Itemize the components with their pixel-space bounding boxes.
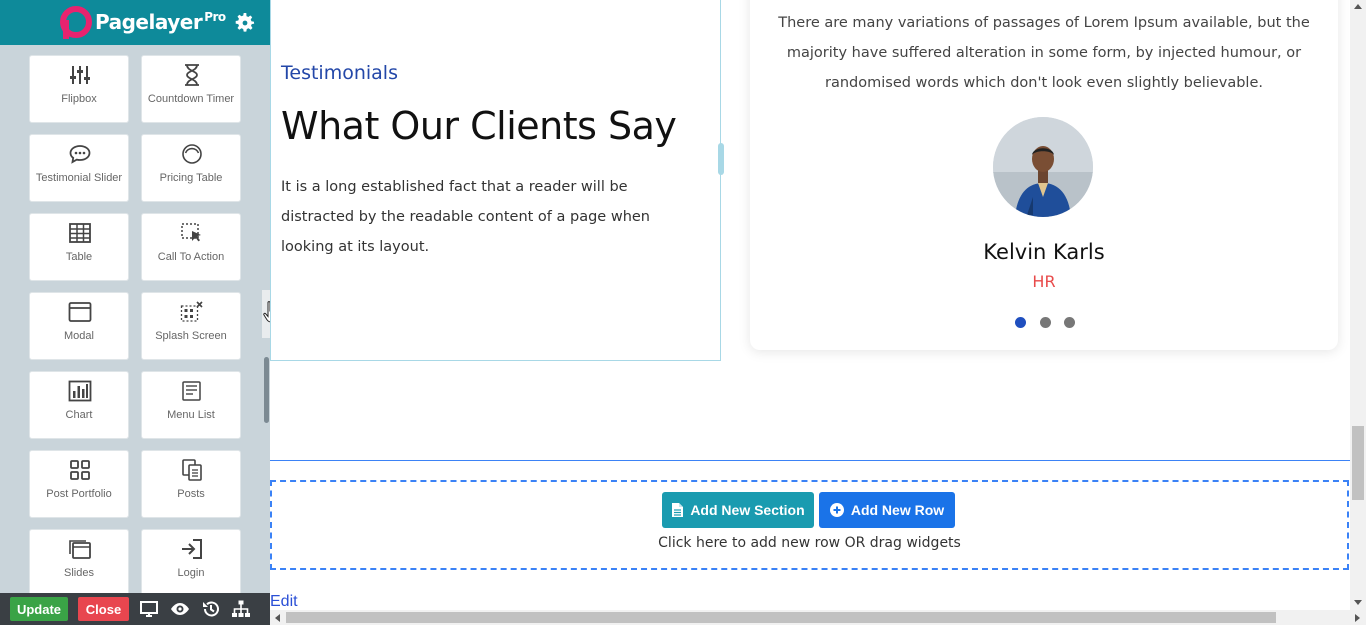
add-widget-dropzone[interactable]: Add New Section Add New Row Click here t… (270, 480, 1349, 570)
testimonials-column[interactable]: Testimonials What Our Clients Say It is … (270, 0, 724, 361)
edit-link[interactable]: Edit (270, 593, 298, 610)
column-resize-handle[interactable] (718, 143, 724, 175)
widget-label: Modal (64, 330, 94, 342)
scroll-up-icon[interactable] (1354, 4, 1362, 9)
widget-chart[interactable]: Chart (29, 371, 129, 439)
grid-icon (70, 460, 90, 480)
sidebar-header: Pagelayer Pro (0, 0, 270, 45)
widget-label: Countdown Timer (147, 93, 235, 105)
widget-label: Call To Action (157, 251, 225, 263)
client-role: HR (1032, 272, 1056, 291)
widget-label: Login (177, 567, 205, 579)
copy-icon (182, 459, 202, 481)
pagelayer-logo-icon (60, 6, 92, 39)
update-button[interactable]: Update (10, 597, 68, 621)
slider-dot-3[interactable] (1064, 317, 1075, 328)
sign-in-icon (182, 539, 202, 559)
widget-flipbox[interactable]: Flipbox (29, 55, 129, 123)
slides-icon (69, 540, 91, 559)
widget-label: Pricing Table (159, 172, 223, 184)
widget-login[interactable]: Login (141, 529, 241, 593)
chat-bubble-icon (69, 145, 91, 164)
pagelayer-editor: Pagelayer Pro Flipbox Countdown Timer Te… (0, 0, 1366, 625)
widget-testimonial-slider[interactable]: Testimonial Slider (29, 134, 129, 202)
widget-call-to-action[interactable]: Call To Action (141, 213, 241, 281)
add-new-section-label: Add New Section (690, 502, 805, 518)
widget-label: Table (65, 251, 93, 263)
horizontal-scroll-thumb[interactable] (286, 612, 1276, 623)
widget-post-portfolio[interactable]: Post Portfolio (29, 450, 129, 518)
gauge-icon (182, 144, 202, 164)
scroll-left-icon[interactable] (275, 614, 280, 622)
avatar (993, 117, 1093, 217)
window-icon (68, 302, 92, 322)
file-icon (672, 503, 684, 517)
testimonial-card[interactable]: There are many variations of passages of… (750, 0, 1338, 350)
add-hint-text: Click here to add new row OR drag widget… (658, 535, 961, 551)
add-new-section-button[interactable]: Add New Section (662, 492, 814, 528)
scroll-right-icon[interactable] (1355, 614, 1360, 622)
vertical-scroll-thumb[interactable] (1352, 426, 1364, 500)
slider-dot-1[interactable] (1015, 317, 1026, 328)
widget-list: Flipbox Countdown Timer Testimonial Slid… (0, 45, 270, 593)
section-tagline: Testimonials (281, 62, 398, 84)
history-icon[interactable] (201, 599, 221, 619)
widget-pricing-table[interactable]: Pricing Table (141, 134, 241, 202)
widget-menu-list[interactable]: Menu List (141, 371, 241, 439)
table-icon (69, 223, 91, 243)
eye-icon[interactable] (170, 599, 190, 619)
brand-name: Pagelayer Pro (95, 10, 226, 34)
plus-circle-icon (829, 503, 844, 517)
add-new-row-button[interactable]: Add New Row (819, 492, 955, 528)
sitemap-icon[interactable] (231, 599, 251, 619)
widget-label: Splash Screen (155, 330, 227, 342)
widget-splash-screen[interactable]: Splash Screen (141, 292, 241, 360)
widget-label: Flipbox (61, 93, 97, 105)
gear-icon[interactable] (233, 11, 257, 35)
client-name: Kelvin Karls (983, 240, 1105, 264)
section-divider (270, 460, 1350, 461)
splash-icon (180, 301, 203, 322)
widget-label: Slides (64, 567, 94, 579)
desktop-icon[interactable] (139, 599, 159, 619)
pointer-icon (181, 223, 201, 242)
section-description: It is a long established fact that a rea… (281, 179, 650, 255)
widget-posts[interactable]: Posts (141, 450, 241, 518)
editor-sidebar: Pagelayer Pro Flipbox Countdown Timer Te… (0, 0, 270, 625)
add-new-row-label: Add New Row (850, 502, 945, 518)
widget-table[interactable]: Table (29, 213, 129, 281)
vertical-scrollbar[interactable] (1350, 0, 1366, 610)
page-canvas: Testimonials What Our Clients Say It is … (270, 0, 1350, 610)
widget-countdown-timer[interactable]: Countdown Timer (141, 55, 241, 123)
widget-label: Testimonial Slider (35, 172, 123, 184)
horizontal-scrollbar[interactable] (270, 610, 1366, 625)
scroll-down-icon[interactable] (1354, 600, 1362, 605)
bar-chart-icon (68, 380, 92, 402)
hourglass-icon (185, 64, 199, 86)
widget-label: Chart (65, 409, 93, 421)
menu-list-icon (182, 381, 201, 401)
widget-slides[interactable]: Slides (29, 529, 129, 593)
editor-bottom-bar: Update Close (0, 593, 270, 625)
widget-label: Menu List (167, 409, 215, 421)
sidebar-scrollbar[interactable] (264, 357, 269, 423)
slider-dot-2[interactable] (1040, 317, 1051, 328)
close-button[interactable]: Close (78, 597, 129, 621)
widget-label: Posts (177, 488, 205, 500)
testimonial-quote: There are many variations of passages of… (778, 15, 1310, 91)
person-photo-icon (993, 117, 1093, 217)
widget-label: Post Portfolio (46, 488, 112, 500)
sliders-icon (70, 66, 90, 84)
widget-modal[interactable]: Modal (29, 292, 129, 360)
section-heading: What Our Clients Say (281, 104, 677, 148)
